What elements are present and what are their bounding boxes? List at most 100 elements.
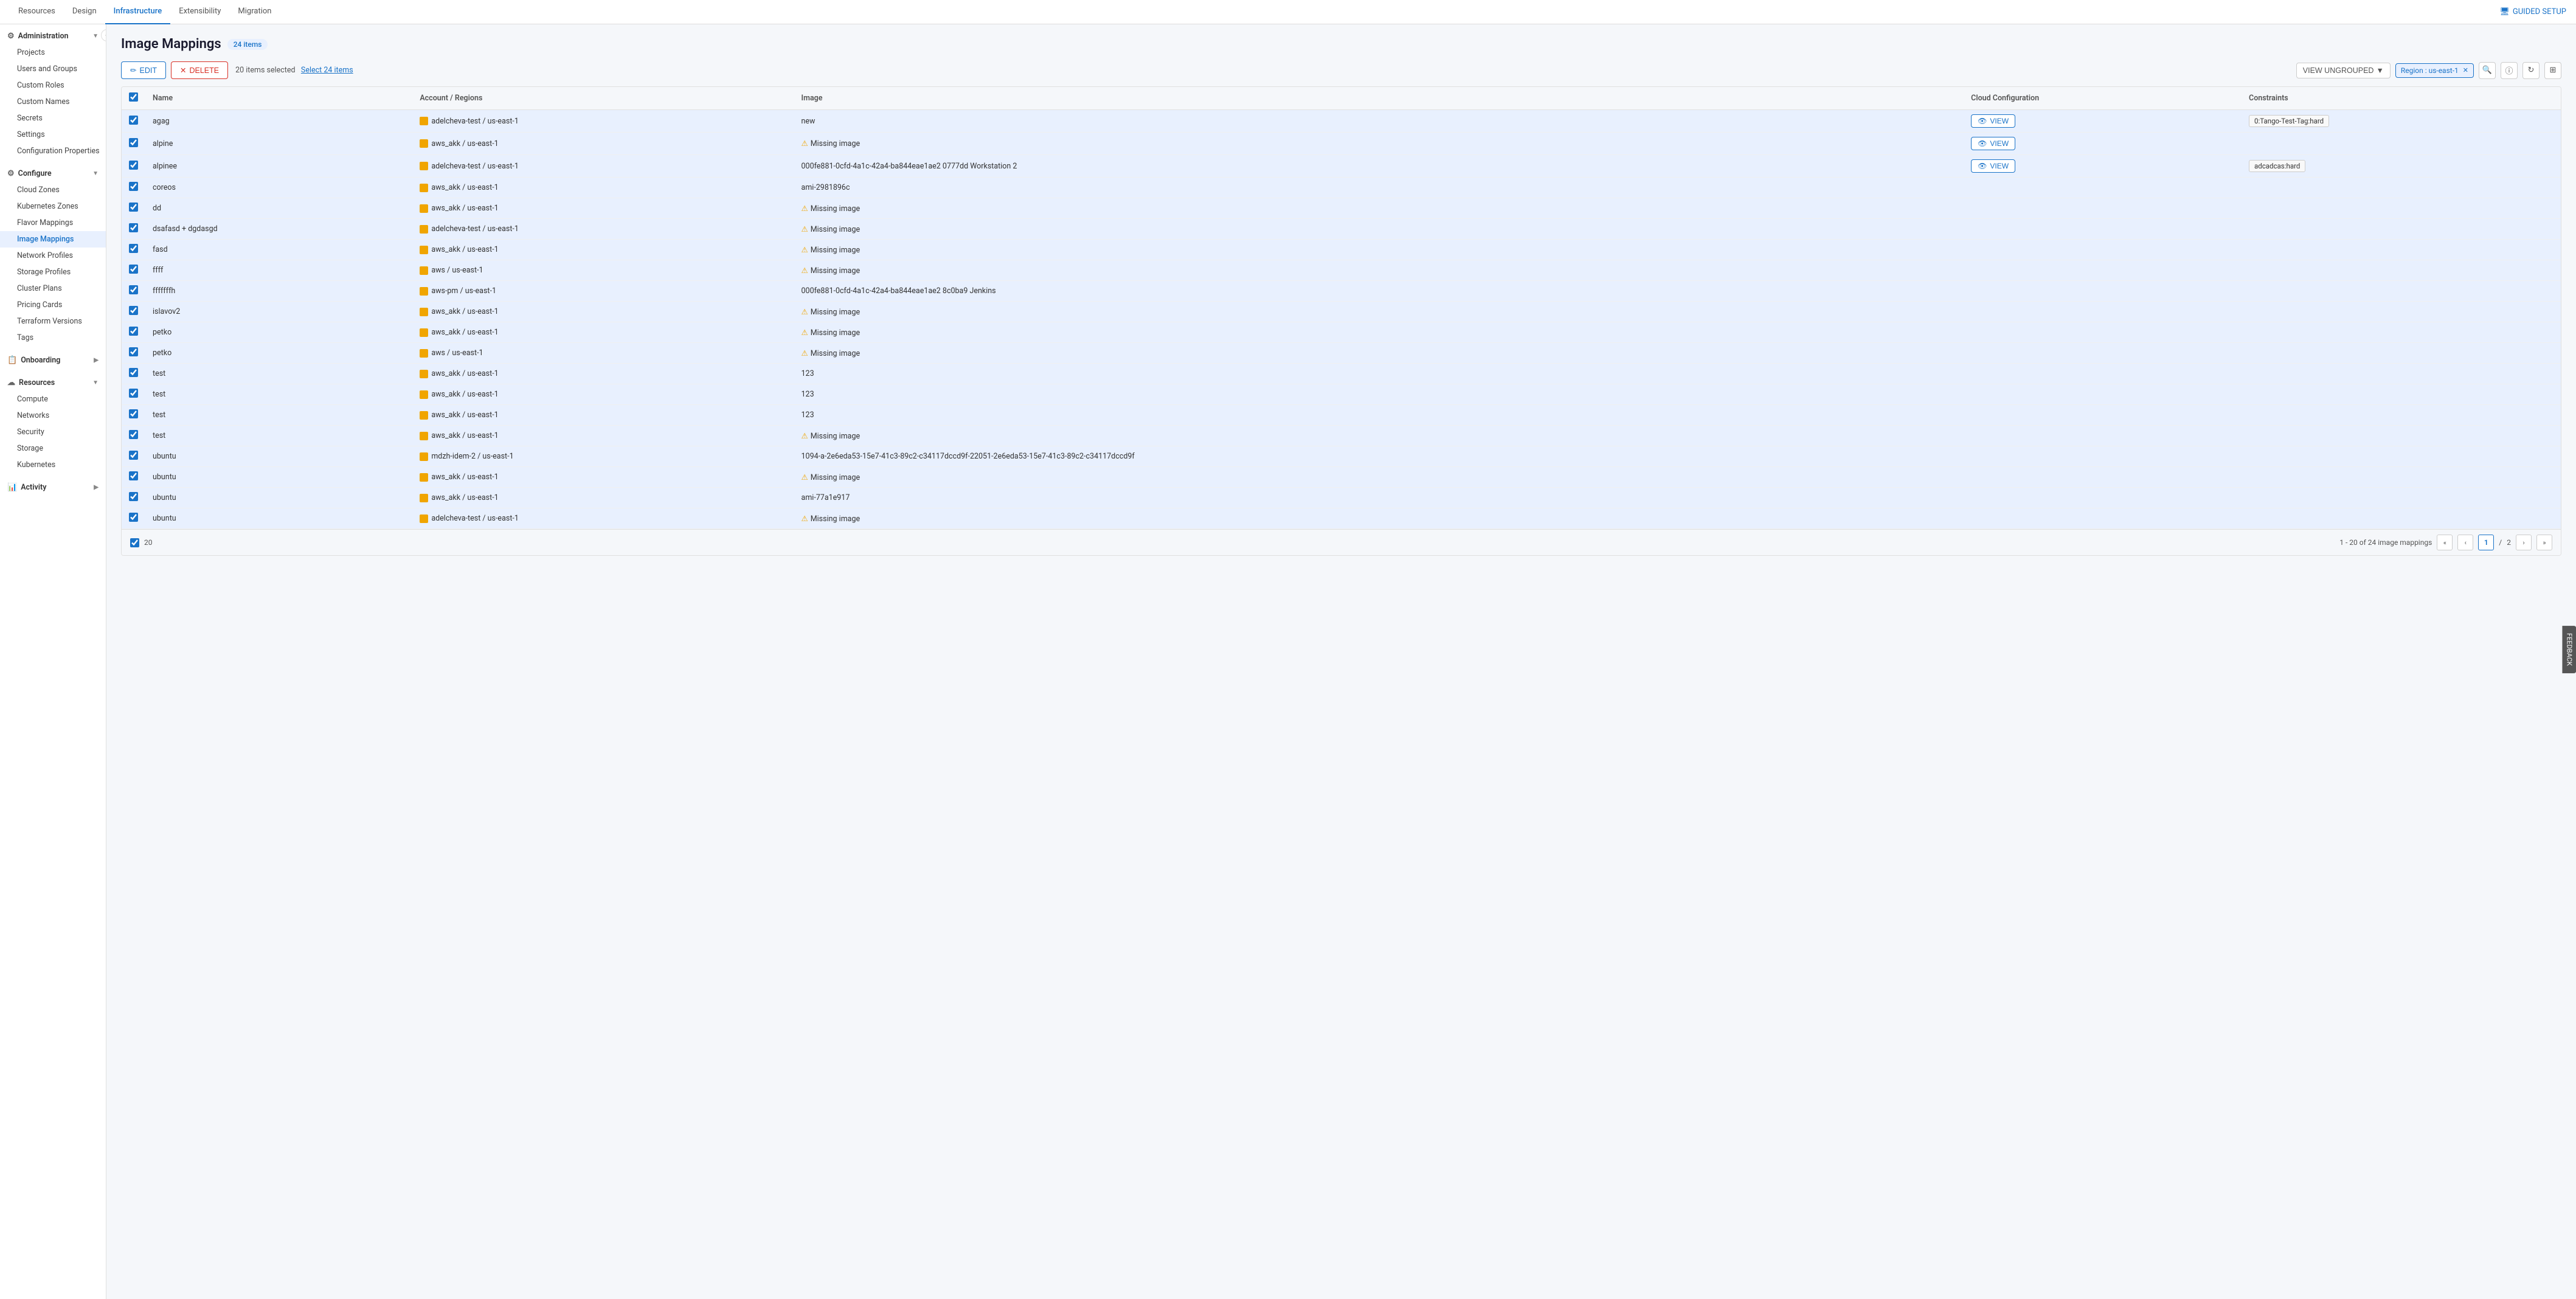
account-icon (420, 349, 428, 358)
current-page[interactable]: 1 (2478, 535, 2494, 550)
row-checkbox[interactable] (129, 347, 138, 356)
grid-view-button[interactable]: ⊞ (2544, 62, 2561, 79)
section-onboarding-header[interactable]: 📋 Onboarding ▶ (0, 351, 106, 369)
warning-icon: ⚠ (802, 432, 808, 441)
feedback-tab[interactable]: FEEDBACK (2563, 626, 2576, 673)
nav-resources[interactable]: Resources (10, 0, 64, 24)
search-button[interactable]: 🔍 (2479, 62, 2496, 79)
row-image: 123 (794, 364, 1964, 384)
sidebar-item-terraform-versions[interactable]: Terraform Versions (0, 313, 106, 330)
sidebar-item-users-groups[interactable]: Users and Groups (0, 61, 106, 77)
row-checkbox[interactable] (129, 389, 138, 398)
view-button[interactable]: 👁VIEW (1971, 137, 2015, 150)
refresh-icon: ↻ (2528, 66, 2535, 75)
row-checkbox[interactable] (129, 471, 138, 480)
row-name: ubuntu (145, 488, 412, 508)
sidebar-item-kubernetes[interactable]: Kubernetes (0, 457, 106, 473)
section-resources-header[interactable]: ☁ Resources ▼ (0, 373, 106, 391)
sidebar-item-config-properties[interactable]: Configuration Properties (0, 143, 106, 159)
view-button[interactable]: 👁VIEW (1971, 114, 2015, 128)
sidebar-item-custom-names[interactable]: Custom Names (0, 94, 106, 110)
row-checkbox[interactable] (129, 116, 138, 125)
activity-icon: 📊 (7, 483, 17, 492)
sidebar-item-network-profiles[interactable]: Network Profiles (0, 248, 106, 264)
row-checkbox[interactable] (129, 306, 138, 315)
row-checkbox[interactable] (129, 430, 138, 439)
account-icon (420, 452, 428, 461)
section-administration-header[interactable]: ⚙ Administration ▼ (0, 27, 106, 44)
row-checkbox[interactable] (129, 203, 138, 212)
last-page-button[interactable]: » (2536, 535, 2552, 550)
image-mappings-table: Name Account / Regions Image Cloud Confi… (121, 86, 2561, 556)
sidebar-item-cloud-zones[interactable]: Cloud Zones (0, 182, 106, 198)
view-ungrouped-button[interactable]: VIEW UNGROUPED ▼ (2296, 63, 2391, 78)
sidebar-item-storage-profiles[interactable]: Storage Profiles (0, 264, 106, 280)
section-resources: ☁ Resources ▼ Compute Networks Security … (0, 371, 106, 476)
table-row: dsafasd + dgdasgdadelcheva-test / us-eas… (122, 219, 2561, 240)
row-checkbox[interactable] (129, 327, 138, 336)
nav-extensibility[interactable]: Extensibility (170, 0, 229, 24)
sidebar-item-compute[interactable]: Compute (0, 391, 106, 407)
sidebar-item-tags[interactable]: Tags (0, 330, 106, 346)
table-row: petkoaws_akk / us-east-1⚠Missing image (122, 322, 2561, 343)
row-checkbox[interactable] (129, 409, 138, 418)
row-checkbox[interactable] (129, 223, 138, 232)
row-name: ubuntu (145, 467, 412, 488)
row-checkbox[interactable] (129, 513, 138, 522)
row-checkbox[interactable] (129, 368, 138, 377)
row-checkbox[interactable] (129, 138, 138, 147)
app-layout: ‹‹ ⚙ Administration ▼ Projects Users and… (0, 24, 2576, 1299)
select-all-checkbox[interactable] (129, 92, 138, 102)
sidebar-item-kubernetes-zones[interactable]: Kubernetes Zones (0, 198, 106, 215)
sidebar-item-flavor-mappings[interactable]: Flavor Mappings (0, 215, 106, 231)
warning-icon: ⚠ (802, 246, 808, 255)
sidebar-item-custom-roles[interactable]: Custom Roles (0, 77, 106, 94)
sidebar-item-settings[interactable]: Settings (0, 126, 106, 143)
eye-icon: 👁 (1978, 162, 1987, 170)
filter-chip-remove[interactable]: ✕ (2463, 66, 2468, 74)
sidebar-item-projects[interactable]: Projects (0, 44, 106, 61)
table-row: ubuntuaws_akk / us-east-1ami-77a1e917 (122, 488, 2561, 508)
next-page-button[interactable]: › (2516, 535, 2532, 550)
row-image: new (794, 110, 1964, 133)
account-icon (420, 287, 428, 296)
section-activity-header[interactable]: 📊 Activity ▶ (0, 478, 106, 496)
table-row: agagadelcheva-test / us-east-1new👁VIEW0:… (122, 110, 2561, 133)
delete-button[interactable]: ✕ DELETE (171, 61, 228, 79)
account-icon (420, 266, 428, 275)
add-filter-icon: ⓘ (2505, 64, 2513, 76)
select-all-link[interactable]: Select 24 items (301, 66, 353, 75)
sidebar-item-secrets[interactable]: Secrets (0, 110, 106, 126)
sidebar-item-networks[interactable]: Networks (0, 407, 106, 424)
nav-migration[interactable]: Migration (229, 0, 280, 24)
row-checkbox[interactable] (129, 161, 138, 170)
row-checkbox[interactable] (129, 182, 138, 191)
row-checkbox-cell (122, 155, 145, 178)
row-checkbox-cell (122, 508, 145, 529)
prev-page-button[interactable]: ‹ (2457, 535, 2473, 550)
edit-button[interactable]: ✏ EDIT (121, 61, 166, 79)
footer-selected-count: 20 (144, 538, 153, 547)
account-icon (420, 370, 428, 378)
view-button[interactable]: 👁VIEW (1971, 159, 2015, 173)
refresh-button[interactable]: ↻ (2522, 62, 2540, 79)
sidebar-item-image-mappings[interactable]: Image Mappings (0, 231, 106, 248)
sidebar-item-cluster-plans[interactable]: Cluster Plans (0, 280, 106, 297)
row-checkbox[interactable] (129, 451, 138, 460)
nav-design[interactable]: Design (64, 0, 105, 24)
row-checkbox[interactable] (129, 265, 138, 274)
section-configure-header[interactable]: ⚙ Configure ▼ (0, 164, 106, 182)
sidebar-item-security[interactable]: Security (0, 424, 106, 440)
row-checkbox[interactable] (129, 492, 138, 501)
eye-icon: 👁 (1978, 139, 1987, 148)
sidebar-item-pricing-cards[interactable]: Pricing Cards (0, 297, 106, 313)
add-filter-button[interactable]: ⓘ (2501, 62, 2518, 79)
row-checkbox[interactable] (129, 285, 138, 294)
footer-checkbox[interactable] (130, 538, 139, 547)
sidebar-item-storage[interactable]: Storage (0, 440, 106, 457)
first-page-button[interactable]: « (2437, 535, 2453, 550)
row-checkbox[interactable] (129, 244, 138, 253)
row-account: mdzh-idem-2 / us-east-1 (412, 446, 794, 467)
nav-infrastructure[interactable]: Infrastructure (105, 0, 171, 24)
guided-setup-button[interactable]: 🖥 GUIDED SETUP (2499, 7, 2566, 16)
